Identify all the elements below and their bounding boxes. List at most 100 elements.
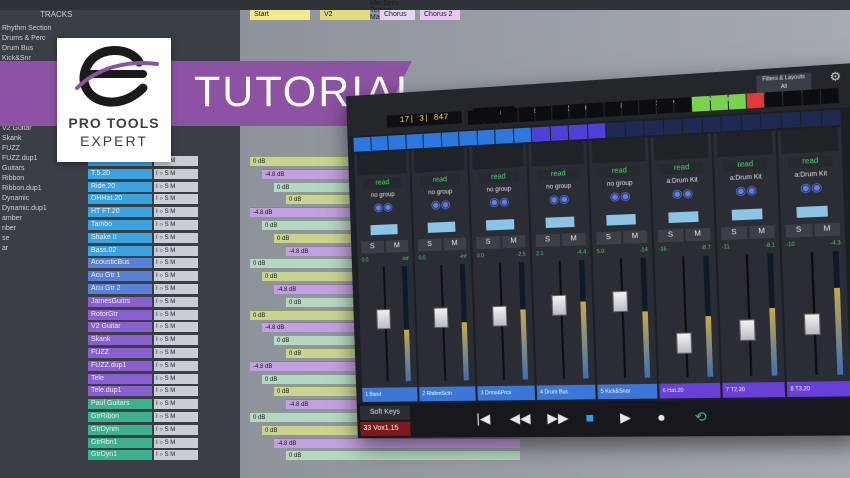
mute-button[interactable]: M [622, 230, 648, 244]
navigator-cell[interactable] [568, 124, 587, 140]
group-label[interactable]: a:Drum Kit [652, 177, 713, 186]
group-list-item[interactable]: Dynamic [0, 194, 80, 204]
pan-knob-icon[interactable]: ◉ [373, 202, 383, 214]
group-label[interactable]: a:Drum Kit [779, 170, 843, 180]
navigator-cell[interactable] [587, 123, 606, 139]
solo-button[interactable]: S [361, 240, 384, 254]
navigator-cell[interactable] [353, 136, 371, 152]
navigator-cell[interactable] [477, 129, 495, 145]
mute-button[interactable]: M [748, 225, 775, 240]
insert-slots[interactable] [531, 141, 585, 167]
navigator-cell[interactable] [682, 117, 702, 134]
navigator-cell[interactable] [550, 125, 569, 141]
record-icon[interactable]: ● [657, 409, 666, 425]
pan-knob-icon[interactable]: ◉ [672, 188, 683, 201]
strip-name-label[interactable]: 8 T3.20 [786, 381, 850, 398]
insert-slots[interactable] [413, 147, 465, 173]
audio-clip[interactable]: 0 dB [286, 450, 520, 461]
insert-toggle-button[interactable] [427, 221, 456, 233]
track-name[interactable]: V2 Guitar [88, 322, 152, 333]
pan-knob-icon[interactable]: ◉ [489, 196, 499, 209]
navigator-cell[interactable] [531, 126, 550, 142]
track-name[interactable]: Acu Gtr 2 [88, 284, 152, 294]
solo-button[interactable]: S [476, 236, 500, 250]
insert-toggle-button[interactable] [731, 208, 763, 221]
navigator-cell[interactable] [644, 119, 663, 136]
track-name[interactable]: Bass.02 [88, 245, 152, 256]
navigator-cell[interactable] [459, 130, 477, 146]
insert-toggle-button[interactable] [796, 205, 828, 218]
stop-icon[interactable]: ■ [585, 410, 594, 426]
track-buttons[interactable]: I ○ S M [154, 309, 198, 320]
track-name[interactable]: Skank [88, 335, 152, 346]
solo-button[interactable]: S [721, 226, 747, 241]
volume-fader[interactable] [375, 308, 391, 330]
track-name[interactable]: GtrDyn1 [88, 450, 152, 461]
group-label[interactable]: no group [412, 188, 468, 197]
track-name[interactable]: GtrRibon [88, 412, 152, 422]
track-buttons[interactable]: I ○ S M [154, 232, 198, 243]
track-buttons[interactable]: I ○ S M [154, 424, 198, 435]
group-label[interactable]: a:Drum Kit [715, 173, 777, 182]
marker-4[interactable]: Chorus 2 [420, 10, 460, 20]
marker-2[interactable]: V2 [320, 10, 370, 20]
group-label[interactable]: no group [530, 183, 589, 192]
insert-slots[interactable] [471, 144, 524, 170]
track-name[interactable]: JamesGuitrs [88, 296, 152, 307]
track-name[interactable]: Tele.dup1 [88, 386, 152, 397]
solo-button[interactable]: S [535, 233, 560, 248]
track-name[interactable]: Shake It [88, 232, 152, 243]
volume-fader[interactable] [611, 290, 628, 312]
insert-slots[interactable] [780, 127, 839, 154]
automation-mode-button[interactable]: read [598, 165, 641, 178]
strip-name-label[interactable]: 2 RhthmSctn [419, 386, 476, 402]
group-label[interactable]: no group [590, 180, 650, 189]
pan-knobs[interactable]: ◉◉ [413, 197, 470, 216]
audio-clip[interactable]: -4.8 dB [274, 437, 520, 448]
track-name[interactable]: Tambo [88, 220, 152, 230]
track-buttons[interactable]: I ○ S M [154, 194, 198, 205]
volume-fader[interactable] [550, 294, 567, 316]
track-buttons[interactable]: I ○ S M [154, 284, 198, 294]
track-name[interactable]: OHHat.20 [88, 194, 152, 205]
track-name[interactable]: GtrRbn1 [88, 437, 152, 448]
navigator-cell[interactable] [701, 116, 721, 133]
automation-mode-button[interactable]: read [723, 158, 768, 172]
volume-fader[interactable] [738, 318, 756, 341]
pan-knobs[interactable]: ◉◉ [779, 179, 843, 199]
track-buttons[interactable]: I ○ S M [154, 258, 198, 269]
track-buttons[interactable]: I ○ S M [154, 399, 198, 410]
automation-mode-button[interactable]: read [787, 155, 834, 169]
insert-slots[interactable] [591, 137, 646, 164]
group-label[interactable]: no group [470, 185, 527, 194]
track-buttons[interactable]: I ○ S M [154, 322, 198, 333]
track-buttons[interactable]: I ○ S M [154, 168, 198, 179]
navigator-cell[interactable] [625, 121, 644, 137]
track-buttons[interactable]: I ○ S M [154, 450, 198, 461]
track-buttons[interactable]: I ○ S M [154, 373, 198, 384]
volume-fader[interactable] [491, 305, 507, 327]
insert-slots[interactable] [653, 134, 709, 161]
navigator-cell[interactable] [760, 113, 781, 130]
insert-toggle-button[interactable] [606, 213, 636, 226]
soft-keys-button[interactable]: Soft Keys [359, 405, 411, 421]
mute-button[interactable]: M [501, 235, 526, 249]
navigator-cell[interactable] [441, 131, 459, 147]
pan-knob-icon[interactable]: ◉ [559, 193, 570, 206]
group-list-item[interactable]: Ribbon.dup1 [0, 184, 80, 194]
pan-knobs[interactable]: ◉◉ [530, 191, 589, 210]
navigator-cell[interactable] [405, 133, 423, 149]
track-buttons[interactable]: I ○ S M [154, 335, 198, 346]
volume-fader[interactable] [803, 313, 821, 336]
pan-knobs[interactable]: ◉◉ [590, 188, 650, 207]
solo-button[interactable]: S [596, 231, 621, 245]
solo-button[interactable]: S [657, 228, 684, 243]
track-name[interactable]: FUZZ [88, 348, 152, 358]
track-name[interactable]: GtrDynm [88, 424, 152, 435]
strip-name-label[interactable]: 4 Drum Bus [536, 384, 596, 400]
record-track-selector[interactable]: 33 Vox1.15 [360, 421, 411, 437]
track-name[interactable]: T.5.20 [88, 168, 152, 179]
group-list-item[interactable]: nber [0, 224, 80, 234]
strip-name-label[interactable]: 7 T2.20 [722, 381, 786, 398]
track-buttons[interactable]: I ○ S M [154, 296, 198, 307]
